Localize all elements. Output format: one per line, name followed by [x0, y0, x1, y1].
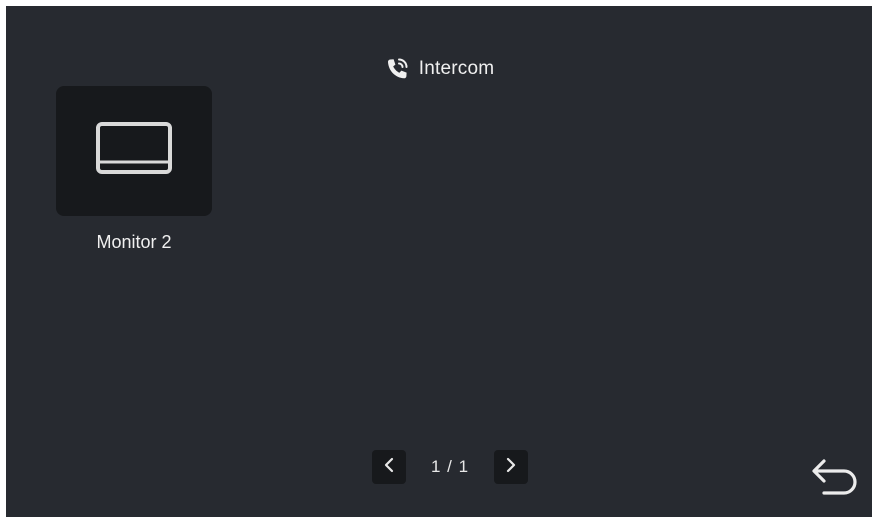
monitor-icon: [94, 119, 174, 184]
page-header: Intercom: [6, 56, 872, 82]
page-indicator: 1 / 1: [430, 457, 470, 476]
device-tile-label: Monitor 2: [96, 232, 172, 252]
next-page-button[interactable]: [494, 450, 528, 484]
intercom-screen: Intercom Monitor 2 1 / 1: [6, 6, 872, 517]
page-title: Intercom: [418, 58, 495, 79]
prev-page-button[interactable]: [372, 450, 406, 484]
return-arrow-icon: [811, 457, 861, 504]
back-button[interactable]: [810, 457, 862, 503]
chevron-left-icon: [382, 457, 396, 478]
chevron-right-icon: [504, 457, 518, 478]
phone-icon: [384, 56, 410, 82]
pagination: 1 / 1: [372, 450, 528, 484]
device-tile-monitor-2[interactable]: [56, 86, 212, 216]
